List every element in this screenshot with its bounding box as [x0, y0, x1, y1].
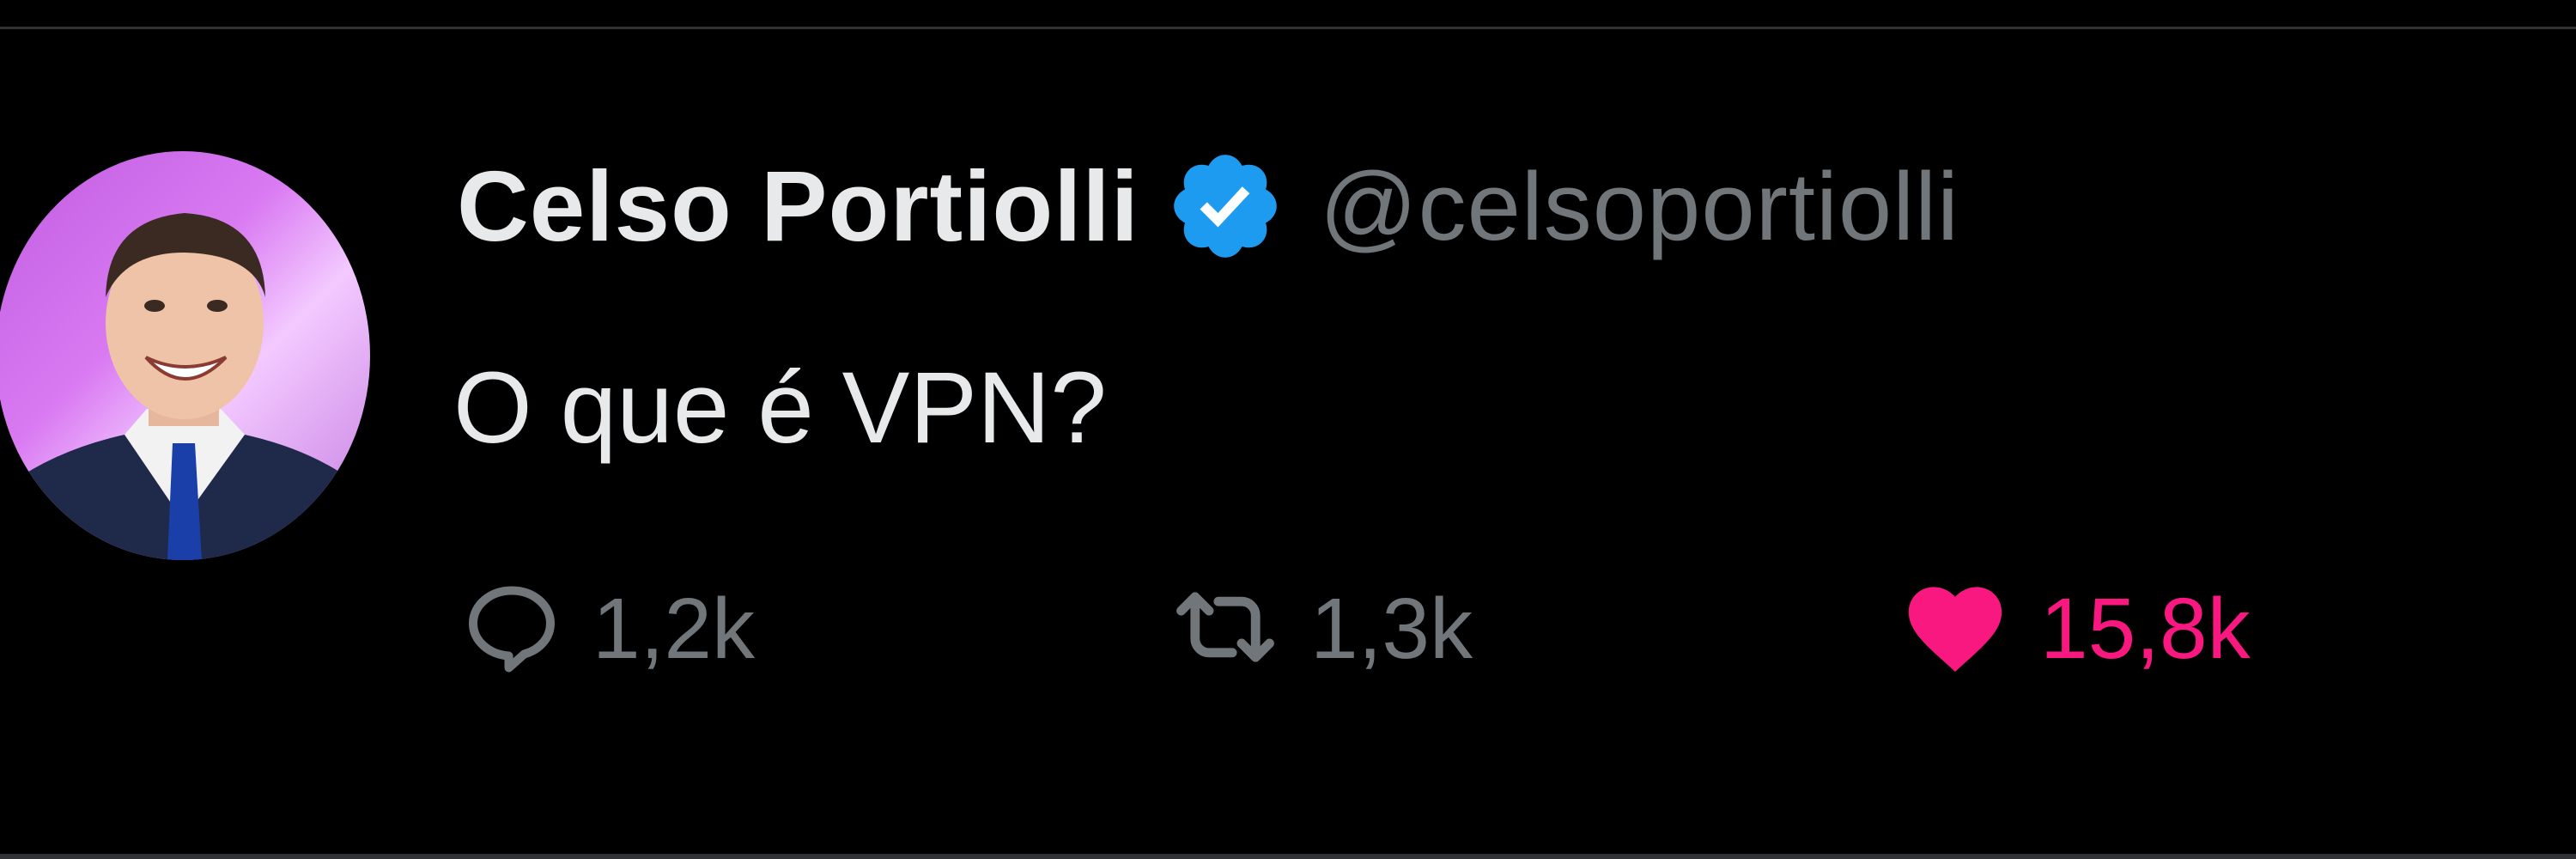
bottom-divider: [0, 854, 2576, 859]
like-button[interactable]: 15,8k: [1899, 569, 2251, 689]
heart-icon: [1899, 571, 2011, 687]
reply-count: 1,2k: [592, 580, 756, 677]
reply-icon: [460, 576, 563, 683]
tweet-header: Celso Portiolli @celsoportiolli: [457, 146, 1959, 266]
avatar-image: [0, 213, 370, 560]
author-handle[interactable]: @celsoportiolli: [1320, 151, 1959, 262]
author-name[interactable]: Celso Portiolli: [457, 149, 1139, 264]
tweet-text: O que é VPN?: [453, 351, 1107, 465]
retweet-icon: [1170, 571, 1281, 687]
reply-button[interactable]: 1,2k: [460, 569, 755, 689]
retweet-count: 1,3k: [1310, 580, 1473, 677]
verified-badge-icon: [1165, 146, 1285, 266]
avatar[interactable]: [0, 151, 370, 560]
top-divider: [0, 0, 2576, 29]
like-count: 15,8k: [2040, 580, 2251, 677]
retweet-button[interactable]: 1,3k: [1170, 569, 1473, 689]
